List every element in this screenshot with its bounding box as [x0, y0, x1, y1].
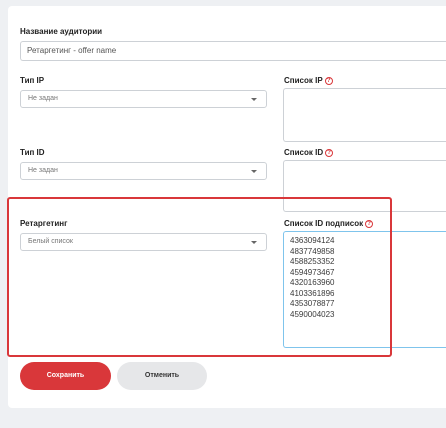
ip-list-label-text: Список IP — [284, 76, 323, 85]
id-type-label: Тип ID — [20, 148, 45, 157]
ip-type-value: Не задан — [28, 95, 58, 102]
ip-list-textarea[interactable] — [283, 88, 446, 142]
help-icon[interactable]: ? — [324, 77, 333, 85]
chevron-down-icon — [251, 98, 257, 101]
id-type-value: Не задан — [28, 167, 58, 174]
id-type-select[interactable]: Не задан — [20, 162, 267, 180]
cancel-button[interactable]: Отменить — [117, 362, 207, 390]
ip-list-label: Список IP? — [284, 76, 333, 85]
highlight-frame — [7, 197, 392, 357]
save-button[interactable]: Сохранить — [20, 362, 111, 390]
audience-name-input[interactable]: Ретаргетинг - offer name — [20, 41, 446, 61]
id-list-label-text: Список ID — [284, 148, 324, 157]
id-list-label: Список ID? — [284, 148, 334, 157]
help-icon[interactable]: ? — [325, 149, 334, 157]
ip-type-select[interactable]: Не задан — [20, 90, 267, 108]
audience-name-label: Название аудитории — [20, 27, 103, 36]
chevron-down-icon — [251, 170, 257, 173]
ip-type-label: Тип IP — [20, 76, 45, 85]
